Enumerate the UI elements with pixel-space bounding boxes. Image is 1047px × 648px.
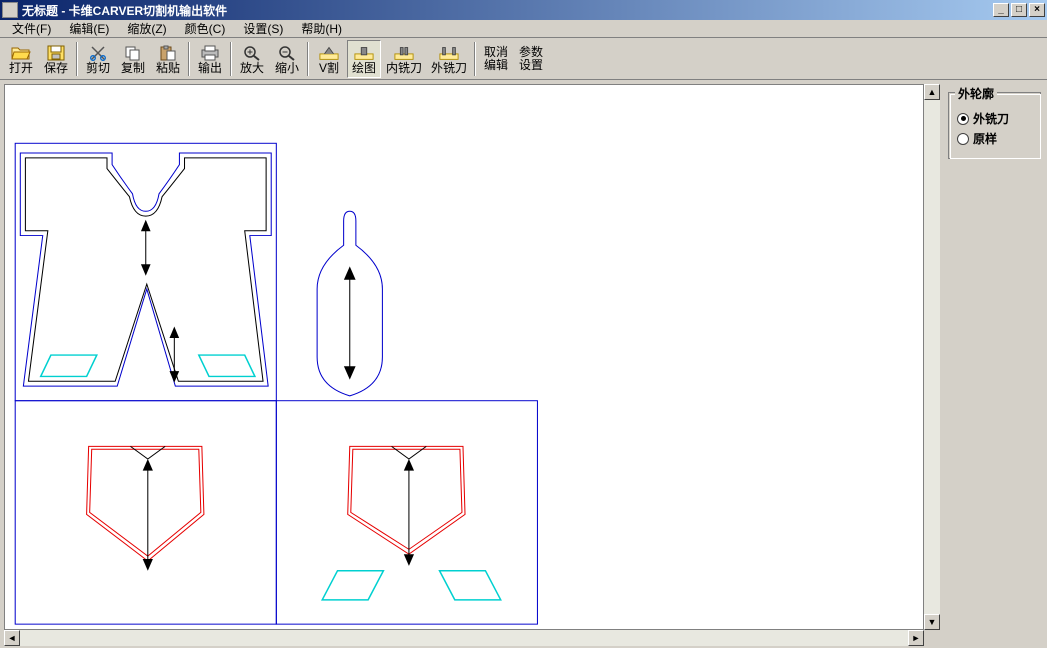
cancel-edit-button[interactable]: 取消 编辑 — [479, 40, 513, 78]
maximize-button[interactable]: □ — [1011, 3, 1027, 17]
window-controls: _ □ × — [993, 3, 1045, 17]
toolbar-separator — [188, 42, 190, 76]
scroll-left-button[interactable]: ◄ — [4, 630, 20, 646]
menu-zoom[interactable]: 缩放(Z) — [119, 19, 174, 38]
toolbar-separator — [307, 42, 309, 76]
v-cut-icon — [319, 44, 339, 62]
app-icon — [2, 2, 18, 18]
paste-icon — [158, 44, 178, 62]
save-button[interactable]: 保存 — [39, 40, 73, 78]
scroll-right-button[interactable]: ► — [908, 630, 924, 646]
v-cut-button[interactable]: V割 — [312, 40, 346, 78]
side-panel: 外轮廓 外铣刀 原样 — [942, 80, 1047, 648]
close-button[interactable]: × — [1029, 3, 1045, 17]
toolbar-separator — [474, 42, 476, 76]
main-area: ▲ ▼ ◄ ► 外轮廓 外铣刀 原样 — [0, 80, 1047, 648]
printer-icon — [200, 44, 220, 62]
outer-contour-group: 外轮廓 外铣刀 原样 — [948, 92, 1041, 159]
inner-mill-button[interactable]: 内铣刀 — [382, 40, 426, 78]
paste-button[interactable]: 粘贴 — [151, 40, 185, 78]
group-title: 外轮廓 — [955, 85, 997, 102]
open-button[interactable]: 打开 — [4, 40, 38, 78]
scroll-up-button[interactable]: ▲ — [924, 84, 940, 100]
radio-label: 外铣刀 — [973, 110, 1009, 127]
radio-outer-mill[interactable]: 外铣刀 — [957, 110, 1032, 127]
drawing-canvas[interactable] — [4, 84, 924, 630]
outer-mill-icon — [439, 44, 459, 62]
canvas-container: ▲ ▼ ◄ ► — [0, 80, 942, 648]
horizontal-scrollbar[interactable]: ◄ ► — [4, 630, 924, 646]
inner-mill-icon — [394, 44, 414, 62]
cut-button[interactable]: 剪切 — [81, 40, 115, 78]
copy-icon — [123, 44, 143, 62]
radio-original[interactable]: 原样 — [957, 130, 1032, 147]
draw-icon — [354, 44, 374, 62]
menu-help[interactable]: 帮助(H) — [293, 19, 350, 38]
zoom-in-button[interactable]: 放大 — [235, 40, 269, 78]
menu-edit[interactable]: 编辑(E) — [61, 19, 117, 38]
folder-open-icon — [11, 44, 31, 62]
scroll-down-button[interactable]: ▼ — [924, 614, 940, 630]
draw-button[interactable]: 绘图 — [347, 40, 381, 78]
menu-bar: 文件(F) 编辑(E) 缩放(Z) 颜色(C) 设置(S) 帮助(H) — [0, 20, 1047, 38]
window-title: 无标题 - 卡维CARVER切割机输出软件 — [22, 2, 993, 19]
outer-mill-button[interactable]: 外铣刀 — [427, 40, 471, 78]
vertical-scrollbar[interactable]: ▲ ▼ — [924, 84, 940, 630]
toolbar: 打开 保存 剪切 复制 粘贴 输出 放大 — [0, 38, 1047, 80]
minimize-button[interactable]: _ — [993, 3, 1009, 17]
radio-label: 原样 — [973, 130, 997, 147]
scroll-track[interactable] — [924, 100, 940, 614]
menu-color[interactable]: 颜色(C) — [177, 19, 234, 38]
save-icon — [46, 44, 66, 62]
param-settings-button[interactable]: 参数 设置 — [514, 40, 548, 78]
menu-settings[interactable]: 设置(S) — [235, 19, 291, 38]
toolbar-separator — [76, 42, 78, 76]
scroll-corner — [924, 630, 940, 646]
radio-icon — [957, 113, 969, 125]
output-button[interactable]: 输出 — [193, 40, 227, 78]
drawing-svg — [5, 85, 923, 629]
scissors-icon — [88, 44, 108, 62]
toolbar-separator — [230, 42, 232, 76]
zoom-in-icon — [242, 44, 262, 62]
zoom-out-button[interactable]: 缩小 — [270, 40, 304, 78]
zoom-out-icon — [277, 44, 297, 62]
menu-file[interactable]: 文件(F) — [4, 19, 59, 38]
window-titlebar: 无标题 - 卡维CARVER切割机输出软件 _ □ × — [0, 0, 1047, 20]
radio-icon — [957, 133, 969, 145]
scroll-track[interactable] — [20, 630, 908, 646]
copy-button[interactable]: 复制 — [116, 40, 150, 78]
